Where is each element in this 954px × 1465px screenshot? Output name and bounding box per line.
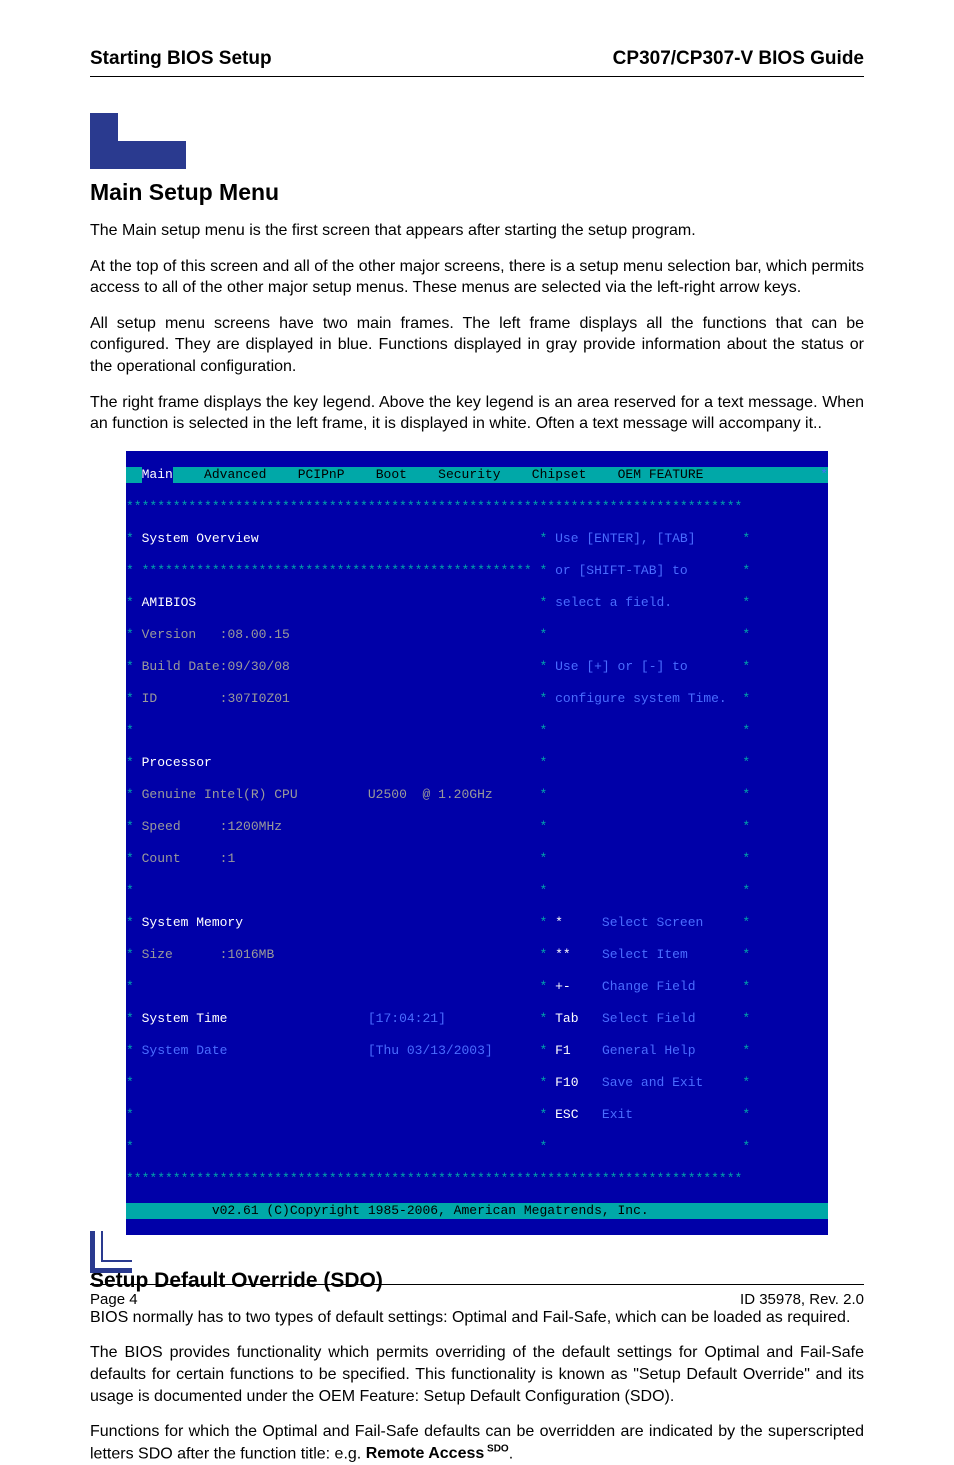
label: Processor bbox=[142, 755, 212, 770]
key-desc: Select Field bbox=[602, 1011, 696, 1026]
paragraph: BIOS normally has to two types of defaul… bbox=[90, 1307, 864, 1329]
key: ESC bbox=[555, 1107, 578, 1122]
header-left: Starting BIOS Setup bbox=[90, 48, 272, 70]
value: 1016MB bbox=[227, 947, 274, 962]
header-right: CP307/CP307-V BIOS Guide bbox=[613, 48, 864, 70]
value: U2500 @ 1.20GHz bbox=[368, 787, 493, 802]
bios-screenshot: Main Advanced PCIPnP Boot Security Chips… bbox=[126, 451, 828, 1235]
box-border: ****************************************… bbox=[126, 1171, 828, 1187]
tab-boot[interactable]: Boot bbox=[376, 467, 407, 483]
value-system-time[interactable]: [17:04:21] bbox=[368, 1011, 446, 1026]
help-text: select a field. bbox=[555, 595, 672, 610]
key-desc: Save and Exit bbox=[602, 1075, 703, 1090]
key-desc: Exit bbox=[602, 1107, 633, 1122]
section-heading-main: Main Setup Menu bbox=[90, 179, 864, 206]
key: Tab bbox=[555, 1011, 578, 1026]
label: AMIBIOS bbox=[142, 595, 197, 610]
bios-copyright: v02.61 (C)Copyright 1985-2006, American … bbox=[212, 1203, 649, 1218]
help-text: Use [+] or [-] to bbox=[555, 659, 688, 674]
logo-icon bbox=[90, 113, 864, 169]
header-rule bbox=[90, 76, 864, 77]
key-desc: Select Item bbox=[602, 947, 688, 962]
paragraph: The Main setup menu is the first screen … bbox=[90, 220, 864, 242]
value: 307I0Z01 bbox=[227, 691, 289, 706]
paragraph: At the top of this screen and all of the… bbox=[90, 256, 864, 299]
key: F1 bbox=[555, 1043, 571, 1058]
footer-right: ID 35978, Rev. 2.0 bbox=[740, 1291, 864, 1308]
box-border: ****************************************… bbox=[126, 499, 828, 515]
value: 08.00.15 bbox=[227, 627, 289, 642]
key-desc: Select Screen bbox=[602, 915, 703, 930]
label: System Memory bbox=[142, 915, 243, 930]
label: Version : bbox=[142, 627, 228, 642]
tab-chipset[interactable]: Chipset bbox=[532, 467, 587, 483]
key-desc: Change Field bbox=[602, 979, 696, 994]
paragraph: Functions for which the Optimal and Fail… bbox=[90, 1421, 864, 1465]
value: 09/30/08 bbox=[227, 659, 289, 674]
value: Genuine Intel(R) CPU bbox=[142, 787, 298, 802]
help-text: configure system Time. bbox=[555, 691, 727, 706]
key: +- bbox=[555, 979, 571, 994]
label: ID : bbox=[142, 691, 228, 706]
corner-mark-icon bbox=[90, 1231, 132, 1278]
paragraph: All setup menu screens have two main fra… bbox=[90, 313, 864, 378]
label: Build Date: bbox=[142, 659, 228, 674]
key-desc: General Help bbox=[602, 1043, 696, 1058]
label: Size : bbox=[142, 947, 228, 962]
help-text: or [SHIFT-TAB] to bbox=[555, 563, 688, 578]
label: System Overview bbox=[142, 531, 259, 546]
key: ** bbox=[555, 947, 571, 962]
paragraph: The right frame displays the key legend.… bbox=[90, 392, 864, 435]
label: Count : bbox=[142, 851, 228, 866]
tab-pcipnp[interactable]: PCIPnP bbox=[298, 467, 345, 483]
value: 1200MHz bbox=[227, 819, 282, 834]
label: Speed : bbox=[142, 819, 228, 834]
footer-left: Page 4 bbox=[90, 1291, 138, 1308]
help-text: Use [ENTER], [TAB] bbox=[555, 531, 695, 546]
key: * bbox=[555, 915, 563, 930]
tab-main[interactable]: Main bbox=[142, 467, 173, 483]
paragraph: The BIOS provides functionality which pe… bbox=[90, 1342, 864, 1407]
tab-advanced[interactable]: Advanced bbox=[204, 467, 266, 483]
field-system-date[interactable]: System Date bbox=[142, 1043, 228, 1058]
tab-security[interactable]: Security bbox=[438, 467, 500, 483]
key: F10 bbox=[555, 1075, 578, 1090]
value-system-date[interactable]: [Thu 03/13/2003] bbox=[368, 1043, 493, 1058]
field-system-time[interactable]: System Time bbox=[142, 1011, 228, 1026]
tab-oem[interactable]: OEM FEATURE bbox=[618, 467, 704, 483]
